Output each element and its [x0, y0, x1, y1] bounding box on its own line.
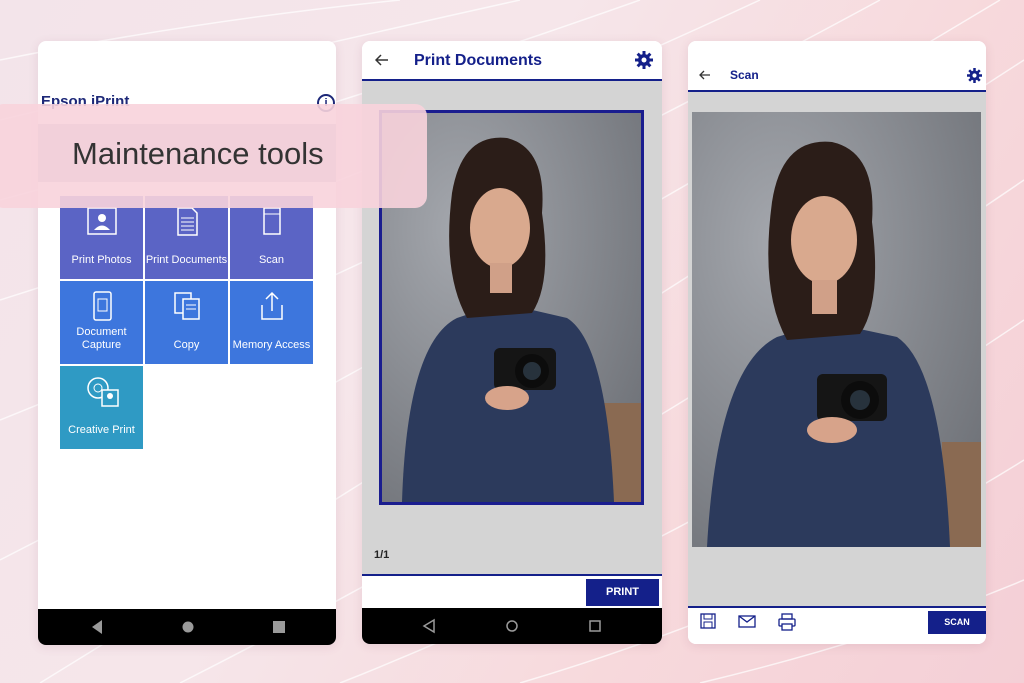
- page-counter: 1/1: [374, 549, 390, 561]
- phone-capture-icon: [93, 291, 112, 321]
- photo-icon: [87, 207, 117, 235]
- tile-memory-access[interactable]: Memory Access: [230, 281, 313, 364]
- bottom-bar: SCAN: [688, 606, 986, 644]
- tile-label: Copy: [173, 339, 200, 351]
- copy-icon: [174, 292, 200, 320]
- tile-print-documents[interactable]: Print Documents: [145, 196, 228, 279]
- save-icon[interactable]: [700, 613, 716, 629]
- top-bar: Scan: [688, 41, 986, 92]
- scan-preview-area: [688, 92, 986, 606]
- gear-icon[interactable]: [967, 68, 982, 83]
- top-bar: Print Documents: [362, 41, 662, 81]
- tile-label: Memory Access: [232, 339, 311, 351]
- printer-icon[interactable]: [778, 613, 796, 631]
- scan-screen: Scan SCAN: [688, 41, 986, 644]
- screen-title: Print Documents: [414, 52, 543, 69]
- print-button[interactable]: PRINT: [586, 579, 659, 606]
- recents-nav-icon[interactable]: [588, 618, 602, 634]
- tile-label: Creative Print: [68, 424, 135, 436]
- feature-label-banner: Maintenance tools: [0, 104, 427, 208]
- tile-creative-print[interactable]: Creative Print: [60, 366, 143, 449]
- gear-icon[interactable]: [635, 51, 653, 69]
- tile-label: Print Photos: [71, 254, 132, 266]
- screen-title: Scan: [730, 68, 759, 82]
- tile-label: Document Capture: [76, 326, 127, 351]
- back-nav-icon[interactable]: [90, 619, 104, 635]
- back-arrow-icon[interactable]: [699, 70, 711, 80]
- scanned-image[interactable]: [692, 112, 981, 547]
- feature-label-text: Maintenance tools: [72, 136, 324, 171]
- home-nav-icon[interactable]: [181, 619, 195, 635]
- tile-label: Scan: [258, 254, 285, 266]
- upload-icon: [261, 291, 283, 320]
- tile-document-capture[interactable]: Document Capture: [60, 281, 143, 364]
- recents-nav-icon[interactable]: [272, 619, 286, 635]
- mail-icon[interactable]: [738, 613, 756, 629]
- home-nav-icon[interactable]: [505, 618, 519, 634]
- creative-print-icon: [87, 377, 119, 407]
- scan-button[interactable]: SCAN: [928, 611, 986, 634]
- tile-print-photos[interactable]: Print Photos: [60, 196, 143, 279]
- photo-image: [692, 112, 981, 547]
- document-icon: [177, 207, 198, 236]
- bottom-bar: PRINT: [362, 574, 662, 608]
- tile-label: Print Documents: [145, 254, 228, 266]
- tile-scan[interactable]: Scan: [230, 196, 313, 279]
- scan-icon: [263, 207, 281, 235]
- back-nav-icon[interactable]: [422, 618, 436, 634]
- android-nav-bar: [38, 609, 336, 645]
- android-nav-bar: [362, 608, 662, 644]
- tile-copy[interactable]: Copy: [145, 281, 228, 364]
- back-arrow-icon[interactable]: [375, 54, 389, 66]
